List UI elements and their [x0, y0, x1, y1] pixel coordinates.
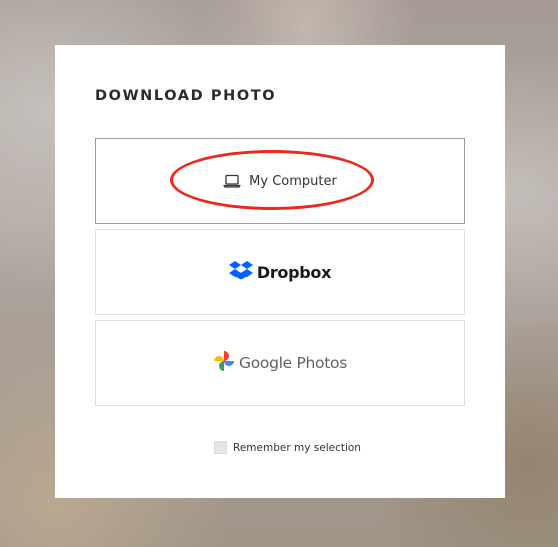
- dropbox-icon: [228, 260, 253, 285]
- google-photos-label: Google Photos: [239, 354, 347, 372]
- dropbox-label: Dropbox: [256, 262, 332, 282]
- google-photos-option[interactable]: Google Photos: [95, 320, 465, 406]
- my-computer-label: My Computer: [249, 173, 337, 189]
- laptop-icon: [223, 174, 241, 188]
- my-computer-option[interactable]: My Computer: [95, 138, 465, 224]
- remember-label: Remember my selection: [233, 441, 361, 454]
- modal-title: DOWNLOAD PHOTO: [95, 88, 277, 104]
- download-photo-modal: DOWNLOAD PHOTO My Computer Dropbox Googl…: [55, 45, 505, 498]
- remember-checkbox[interactable]: [214, 441, 227, 454]
- remember-selection: Remember my selection: [214, 441, 361, 454]
- dropbox-option[interactable]: Dropbox: [95, 229, 465, 315]
- google-photos-icon: [213, 350, 235, 377]
